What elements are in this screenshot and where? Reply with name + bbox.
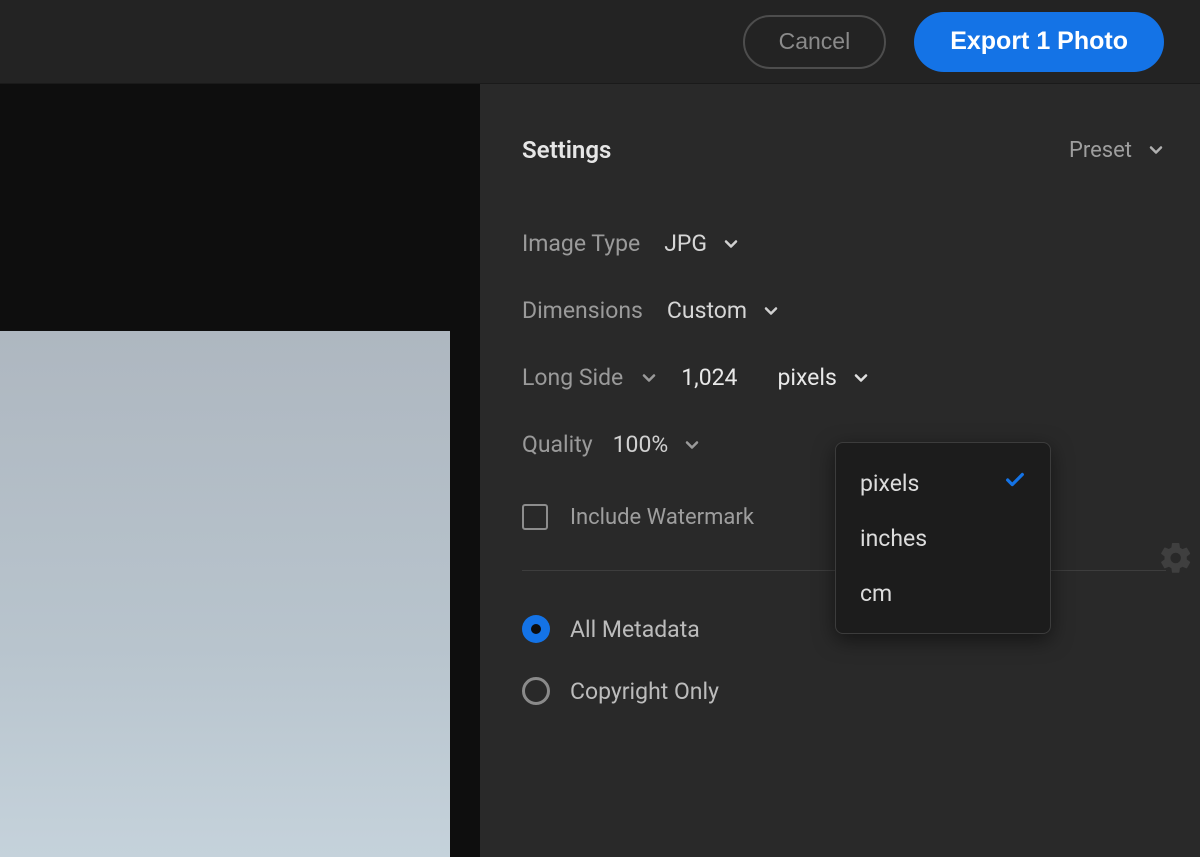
dimensions-row: Dimensions Custom	[522, 297, 1166, 324]
chevron-down-icon[interactable]	[639, 368, 659, 388]
dimensions-label: Dimensions	[522, 297, 643, 324]
chevron-down-icon	[682, 435, 702, 455]
dimensions-value: Custom	[667, 297, 747, 324]
metadata-option-label: Copyright Only	[570, 678, 719, 705]
dimensions-dropdown[interactable]: Custom	[667, 297, 781, 324]
preview-thumbnail	[0, 331, 450, 857]
radio-unselected-icon	[522, 677, 550, 705]
metadata-option-copyright[interactable]: Copyright Only	[522, 677, 1166, 705]
unit-option-inches[interactable]: inches	[836, 511, 1050, 566]
long-side-row: Long Side 1,024 pixels	[522, 364, 1166, 391]
long-side-label: Long Side	[522, 364, 623, 391]
unit-option-label: inches	[860, 525, 927, 552]
unit-dropdown[interactable]: pixels	[777, 364, 870, 391]
image-type-dropdown[interactable]: JPG	[664, 230, 741, 257]
preset-dropdown[interactable]: Preset	[1069, 138, 1166, 163]
metadata-option-label: All Metadata	[570, 616, 700, 643]
image-type-label: Image Type	[522, 230, 640, 257]
long-side-value[interactable]: 1,024	[681, 364, 737, 391]
settings-pane: Settings Preset Image Type JPG Dimension…	[480, 84, 1200, 857]
quality-label: Quality	[522, 431, 593, 458]
watermark-label: Include Watermark	[570, 505, 754, 530]
unit-option-cm[interactable]: cm	[836, 566, 1050, 621]
settings-title: Settings	[522, 136, 611, 164]
unit-option-pixels[interactable]: pixels	[836, 455, 1050, 511]
image-type-value: JPG	[664, 230, 707, 257]
preset-label: Preset	[1069, 138, 1132, 163]
radio-selected-icon	[522, 615, 550, 643]
export-button[interactable]: Export 1 Photo	[914, 12, 1164, 72]
chevron-down-icon	[721, 234, 741, 254]
check-icon	[1004, 469, 1026, 497]
unit-option-label: pixels	[860, 470, 919, 497]
unit-option-label: cm	[860, 580, 892, 607]
chevron-down-icon	[761, 301, 781, 321]
chevron-down-icon	[1146, 140, 1166, 160]
preview-pane	[0, 84, 480, 857]
cancel-button[interactable]: Cancel	[743, 15, 887, 69]
quality-value: 100%	[613, 431, 669, 458]
dialog-topbar: Cancel Export 1 Photo	[0, 0, 1200, 84]
gear-icon[interactable]	[1158, 540, 1194, 582]
chevron-down-icon	[851, 368, 871, 388]
unit-value: pixels	[777, 364, 836, 391]
unit-popover: pixels inches cm	[835, 442, 1051, 634]
dialog-body: Settings Preset Image Type JPG Dimension…	[0, 84, 1200, 857]
image-type-row: Image Type JPG	[522, 230, 1166, 257]
quality-dropdown[interactable]: 100%	[613, 431, 703, 458]
watermark-checkbox[interactable]	[522, 504, 548, 530]
